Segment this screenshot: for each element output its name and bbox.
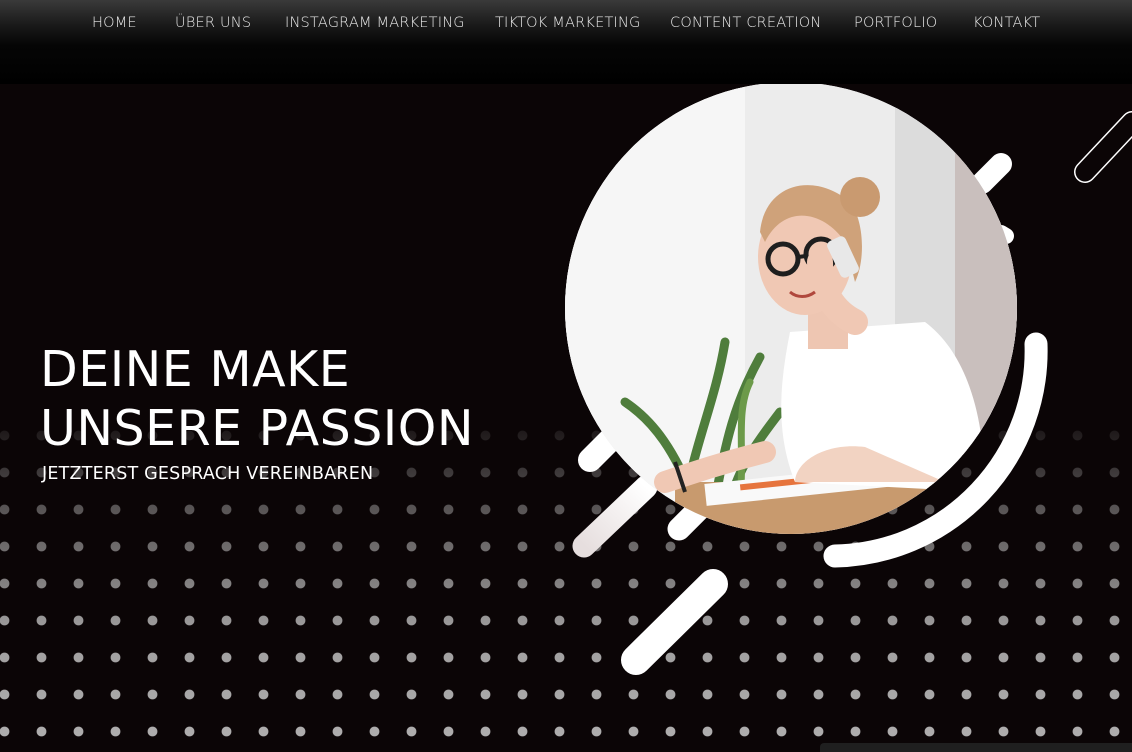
pill-shape-left-small xyxy=(578,428,622,472)
nav-item-kontakt[interactable]: KONTAKT xyxy=(973,13,1040,33)
headline-line-2: UNSERE PASSION xyxy=(40,400,474,457)
nav-item-home[interactable]: HOME xyxy=(92,13,137,33)
nav-item-tiktok-marketing[interactable]: TIKTOK MARKETING xyxy=(495,13,641,33)
outline-pill-inner xyxy=(1075,112,1132,182)
cta-button[interactable]: JETZTERST GESPRACH VEREINBAREN xyxy=(42,464,373,484)
nav-item-instagram-marketing[interactable]: INSTAGRAM MARKETING xyxy=(285,13,465,33)
main-nav: HOME ÜBER UNS INSTAGRAM MARKETING TIKTOK… xyxy=(0,0,1132,84)
nav-item-portfolio[interactable]: PORTFOLIO xyxy=(854,13,937,33)
nav-item-ueber-uns[interactable]: ÜBER UNS xyxy=(175,13,251,33)
headline-line-1: DEINE MAKE xyxy=(40,341,351,398)
pill-shape-top-right xyxy=(971,153,1012,194)
hero-headline: DEINE MAKE UNSERE PASSION xyxy=(40,340,474,458)
hero-photo xyxy=(565,82,1017,534)
pill-shape-left-long xyxy=(572,475,658,558)
nav-item-content-creation[interactable]: CONTENT CREATION xyxy=(670,13,821,33)
page: HOME ÜBER UNS INSTAGRAM MARKETING TIKTOK… xyxy=(0,0,1132,752)
woman-on-phone-photo xyxy=(565,82,1017,534)
pill-shape-bottom xyxy=(621,569,728,675)
